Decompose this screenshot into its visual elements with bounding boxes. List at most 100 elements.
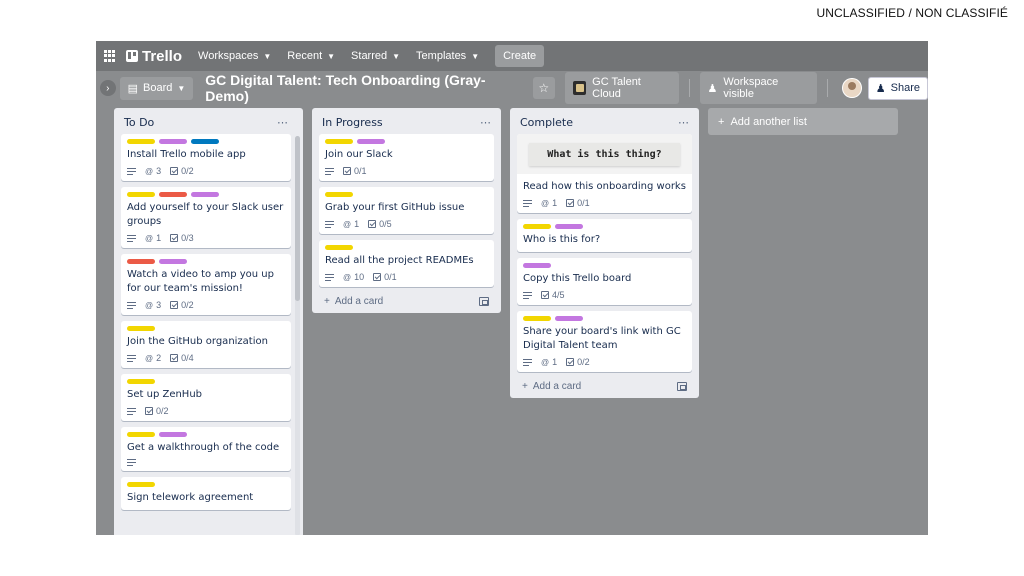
card[interactable]: Install Trello mobile app @3 0/2 — [121, 134, 291, 181]
card-badges: 0/1 — [325, 166, 488, 176]
checklist-badge: 0/2 — [566, 357, 590, 367]
workspace-button[interactable]: GC Talent Cloud — [564, 72, 679, 104]
card[interactable]: Watch a video to amp you up for our team… — [121, 254, 291, 315]
card-template-icon[interactable] — [677, 382, 687, 391]
star-board-button[interactable]: ☆ — [533, 77, 555, 99]
attachments-badge: @1 — [541, 357, 557, 367]
trello-app: Trello Workspaces ▼ Recent ▼ Starred ▼ Temp… — [96, 41, 928, 535]
card[interactable]: Who is this for? — [517, 219, 692, 252]
label-yellow[interactable] — [523, 224, 551, 229]
visibility-label: Workspace visible — [723, 76, 779, 100]
attachments-count: 1 — [552, 198, 558, 208]
card[interactable]: Set up ZenHub 0/2 — [121, 374, 291, 421]
card-badges: @2 0/4 — [127, 353, 285, 363]
star-icon: ☆ — [538, 81, 550, 95]
list-header: Complete ⋯ — [517, 112, 692, 132]
label-purple[interactable] — [159, 432, 187, 437]
list-title[interactable]: To Do — [124, 116, 154, 129]
nav-workspaces[interactable]: Workspaces ▼ — [190, 46, 279, 66]
add-card-button[interactable]: + Add a card — [324, 296, 383, 307]
share-button[interactable]: ♟ Share — [867, 76, 928, 100]
list-menu-icon[interactable]: ⋯ — [678, 116, 689, 129]
label-blue[interactable] — [191, 139, 219, 144]
card-title: Copy this Trello board — [523, 273, 632, 284]
visibility-button[interactable]: ♟ Workspace visible — [699, 72, 818, 104]
label-red[interactable] — [159, 192, 187, 197]
checklist-icon — [368, 220, 377, 228]
add-card-button[interactable]: + Add a card — [522, 381, 581, 392]
attachments-count: 3 — [156, 300, 162, 310]
label-purple[interactable] — [523, 263, 551, 268]
label-yellow[interactable] — [523, 316, 551, 321]
list-title[interactable]: Complete — [520, 116, 573, 129]
label-yellow[interactable] — [127, 192, 155, 197]
nav-recent[interactable]: Recent ▼ — [279, 46, 343, 66]
list-header: In Progress ⋯ — [319, 112, 494, 132]
card-badges — [127, 459, 285, 466]
label-yellow[interactable] — [325, 139, 353, 144]
list-title[interactable]: In Progress — [322, 116, 383, 129]
chevron-down-icon: ▼ — [327, 51, 336, 61]
card-title: Join the GitHub organization — [127, 336, 268, 347]
card[interactable]: Add yourself to your Slack user groups @1… — [121, 187, 291, 248]
app-switcher-button[interactable] — [100, 46, 120, 66]
label-purple[interactable] — [555, 316, 583, 321]
label-purple[interactable] — [159, 259, 187, 264]
label-yellow[interactable] — [127, 482, 155, 487]
description-icon — [127, 459, 136, 466]
label-purple[interactable] — [159, 139, 187, 144]
classification-banner: UNCLASSIFIED / NON CLASSIFIÉ — [816, 6, 1008, 20]
checklist-icon — [343, 167, 351, 175]
list-scroll-thumb[interactable] — [295, 136, 300, 301]
plus-icon: + — [522, 381, 528, 392]
card[interactable]: Share your board's link with GC Digital … — [517, 311, 692, 372]
board-view-label: Board — [143, 82, 173, 94]
checklist-count: 0/4 — [181, 353, 194, 363]
add-card-label: Add a card — [532, 381, 582, 392]
board-title[interactable]: GC Digital Talent: Tech Onboarding (Gray… — [205, 72, 521, 104]
paperclip-icon: @ — [541, 357, 550, 367]
card-template-icon[interactable] — [479, 297, 489, 306]
nav-templates[interactable]: Templates ▼ — [408, 46, 487, 66]
label-yellow[interactable] — [127, 379, 155, 384]
label-purple[interactable] — [357, 139, 385, 144]
trello-logo[interactable]: Trello — [126, 48, 182, 65]
card[interactable]: Grab your first GitHub issue @1 0/5 — [319, 187, 494, 234]
label-yellow[interactable] — [325, 245, 353, 250]
card[interactable]: Read all the project READMEs @10 0/1 — [319, 240, 494, 287]
description-icon — [127, 407, 136, 415]
plus-icon: + — [718, 115, 725, 128]
checklist-badge: 4/5 — [541, 290, 565, 300]
todo-cards: Install Trello mobile app @3 0/2 Add yourse… — [121, 134, 291, 510]
list-menu-icon[interactable]: ⋯ — [480, 116, 491, 129]
label-red[interactable] — [127, 259, 155, 264]
card[interactable]: Copy this Trello board 4/5 — [517, 258, 692, 305]
card[interactable]: What is this thing? Read how this onboard… — [517, 134, 692, 213]
member-avatar[interactable] — [842, 78, 862, 98]
list-header: To Do ⋯ — [121, 112, 291, 132]
card[interactable]: Sign telework agreement — [121, 477, 291, 510]
sidebar-expand-button[interactable]: › — [100, 80, 116, 96]
card-labels — [127, 192, 285, 197]
label-purple[interactable] — [555, 224, 583, 229]
card-labels — [127, 326, 285, 331]
add-list-label: Add another list — [730, 115, 807, 128]
checklist-icon — [566, 358, 575, 366]
list-menu-icon[interactable]: ⋯ — [277, 116, 288, 129]
label-yellow[interactable] — [127, 326, 155, 331]
card[interactable]: Get a walkthrough of the code — [121, 427, 291, 471]
checklist-count: 0/2 — [181, 166, 194, 176]
list-in-progress: In Progress ⋯ Join our Slack 0/1 Grab your… — [312, 108, 501, 313]
add-list-button[interactable]: + Add another list — [708, 108, 898, 135]
nav-workspaces-label: Workspaces — [198, 50, 259, 62]
card[interactable]: Join our Slack 0/1 — [319, 134, 494, 181]
board-view-switcher[interactable]: ▤ Board ▼ — [119, 76, 194, 100]
create-button[interactable]: Create — [495, 45, 545, 67]
label-yellow[interactable] — [127, 432, 155, 437]
checklist-count: 0/1 — [577, 198, 590, 208]
label-yellow[interactable] — [325, 192, 353, 197]
label-yellow[interactable] — [127, 139, 155, 144]
label-purple[interactable] — [191, 192, 219, 197]
card[interactable]: Join the GitHub organization @2 0/4 — [121, 321, 291, 368]
nav-starred[interactable]: Starred ▼ — [343, 46, 408, 66]
